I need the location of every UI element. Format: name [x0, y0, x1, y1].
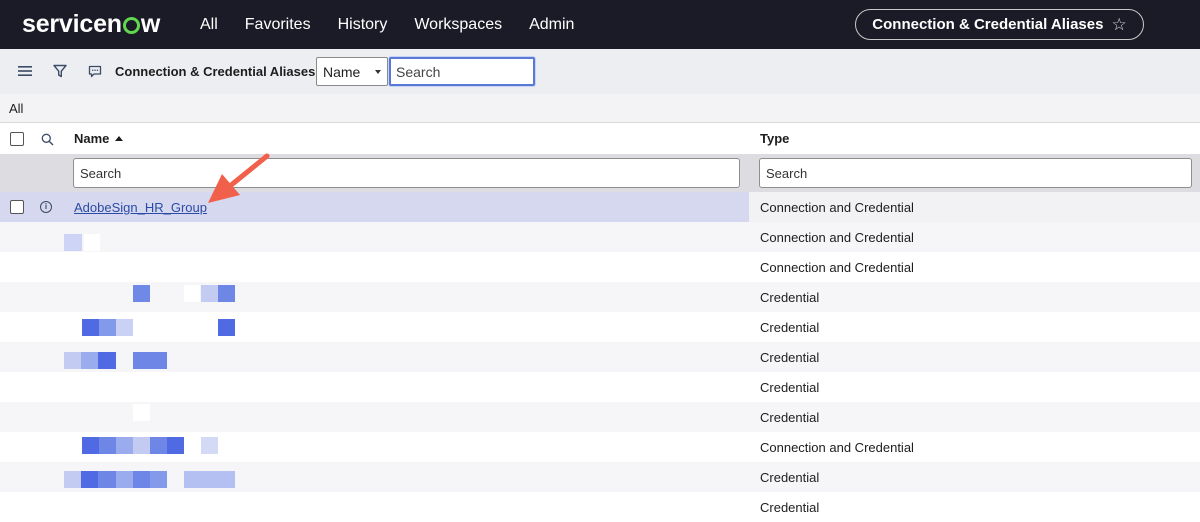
record-type: Connection and Credential — [760, 230, 914, 245]
nav-item-favorites[interactable]: Favorites — [245, 16, 311, 34]
table-row[interactable]: Connection and Credential — [0, 222, 1200, 252]
redacted-block — [201, 437, 218, 454]
top-navigation-bar: servicen w All Favorites History Workspac… — [0, 0, 1200, 49]
redacted-block — [116, 437, 133, 454]
redacted-block — [133, 285, 150, 302]
table-row[interactable]: Credential — [0, 312, 1200, 342]
record-type: Connection and Credential — [760, 440, 914, 455]
servicenow-logo[interactable]: servicen w — [22, 10, 160, 38]
redacted-block — [64, 234, 82, 251]
column-header-type[interactable]: Type — [760, 131, 789, 146]
table-row[interactable]: Credential — [0, 282, 1200, 312]
redacted-block — [64, 471, 81, 488]
redacted-block — [218, 319, 235, 336]
search-icon[interactable] — [38, 130, 56, 148]
redacted-block — [82, 319, 99, 336]
context-title: Connection & Credential Aliases — [872, 16, 1104, 33]
record-type: Credential — [760, 470, 820, 485]
star-icon[interactable]: ☆ — [1111, 15, 1126, 35]
record-type: Credential — [760, 410, 820, 425]
nav-item-history[interactable]: History — [338, 16, 388, 34]
context-title-pill[interactable]: Connection & Credential Aliases ☆ — [855, 9, 1144, 40]
record-type: Credential — [760, 380, 820, 395]
table-row[interactable]: Credential — [0, 492, 1200, 522]
redacted-block — [116, 319, 133, 336]
sort-ascending-icon — [115, 136, 124, 141]
redacted-block — [150, 471, 167, 488]
redacted-block — [133, 404, 150, 421]
select-all-checkbox[interactable] — [10, 132, 24, 146]
logo-o-icon — [122, 16, 140, 34]
name-column-search-input[interactable]: Search — [73, 158, 740, 188]
breadcrumb[interactable]: All — [0, 94, 1200, 122]
nav-item-all[interactable]: All — [200, 16, 218, 34]
redacted-block — [98, 352, 116, 369]
table-row[interactable]: i AdobeSign_HR_Group Connection and Cred… — [0, 192, 1200, 222]
column-header-name-label: Name — [74, 131, 110, 146]
record-type: Connection and Credential — [760, 260, 914, 275]
type-column-search-input[interactable]: Search — [759, 158, 1192, 188]
redacted-block — [99, 319, 116, 336]
redacted-block — [64, 352, 81, 369]
record-type: Connection and Credential — [760, 200, 914, 215]
redacted-block — [150, 437, 167, 454]
search-field-value: Name — [323, 64, 361, 80]
list-title: Connection & Credential Aliases — [115, 64, 316, 79]
column-filter-row: Search Search — [0, 154, 1200, 192]
redacted-block — [133, 437, 150, 454]
search-field-select[interactable]: Name — [316, 57, 388, 86]
table-row[interactable]: Credential — [0, 342, 1200, 372]
record-type: Credential — [760, 350, 820, 365]
table-row[interactable]: Connection and Credential — [0, 252, 1200, 282]
table-row[interactable]: Credential — [0, 402, 1200, 432]
redacted-block — [99, 437, 116, 454]
redacted-block — [98, 471, 116, 488]
list-search-input[interactable]: Search — [389, 57, 535, 86]
redacted-block — [116, 471, 133, 488]
chevron-down-icon — [375, 70, 381, 74]
info-icon[interactable]: i — [40, 201, 52, 213]
logo-text-start: servicen — [22, 9, 122, 38]
nav-menu: All Favorites History Workspaces Admin — [200, 0, 601, 49]
table-row[interactable]: Credential — [0, 462, 1200, 492]
logo-text-end: w — [140, 9, 161, 38]
hamburger-menu-icon[interactable] — [16, 62, 34, 80]
list-toolbar: Connection & Credential Aliases Name Sea… — [0, 49, 1200, 94]
redacted-block — [184, 471, 235, 488]
column-header-name[interactable]: Name — [74, 131, 124, 146]
row-checkbox[interactable] — [10, 200, 24, 214]
redacted-block — [201, 285, 218, 302]
redacted-block — [133, 471, 150, 488]
record-type: Credential — [760, 320, 820, 335]
redacted-block — [133, 352, 167, 369]
record-type: Credential — [760, 290, 820, 305]
redacted-block — [184, 285, 200, 302]
redacted-block — [84, 234, 100, 251]
nav-item-admin[interactable]: Admin — [529, 16, 574, 34]
filter-icon[interactable] — [51, 62, 69, 80]
table-row[interactable]: Connection and Credential — [0, 432, 1200, 462]
redacted-block — [82, 437, 99, 454]
record-name-link[interactable]: AdobeSign_HR_Group — [74, 200, 207, 215]
nav-item-workspaces[interactable]: Workspaces — [414, 16, 502, 34]
redacted-block — [218, 285, 235, 302]
table-header-row: Name Type — [0, 122, 1200, 154]
redacted-block — [167, 437, 184, 454]
table-row[interactable]: Credential — [0, 372, 1200, 402]
redacted-block — [81, 352, 98, 369]
comment-icon[interactable] — [86, 62, 104, 80]
record-type: Credential — [760, 500, 820, 515]
redacted-block — [81, 471, 98, 488]
